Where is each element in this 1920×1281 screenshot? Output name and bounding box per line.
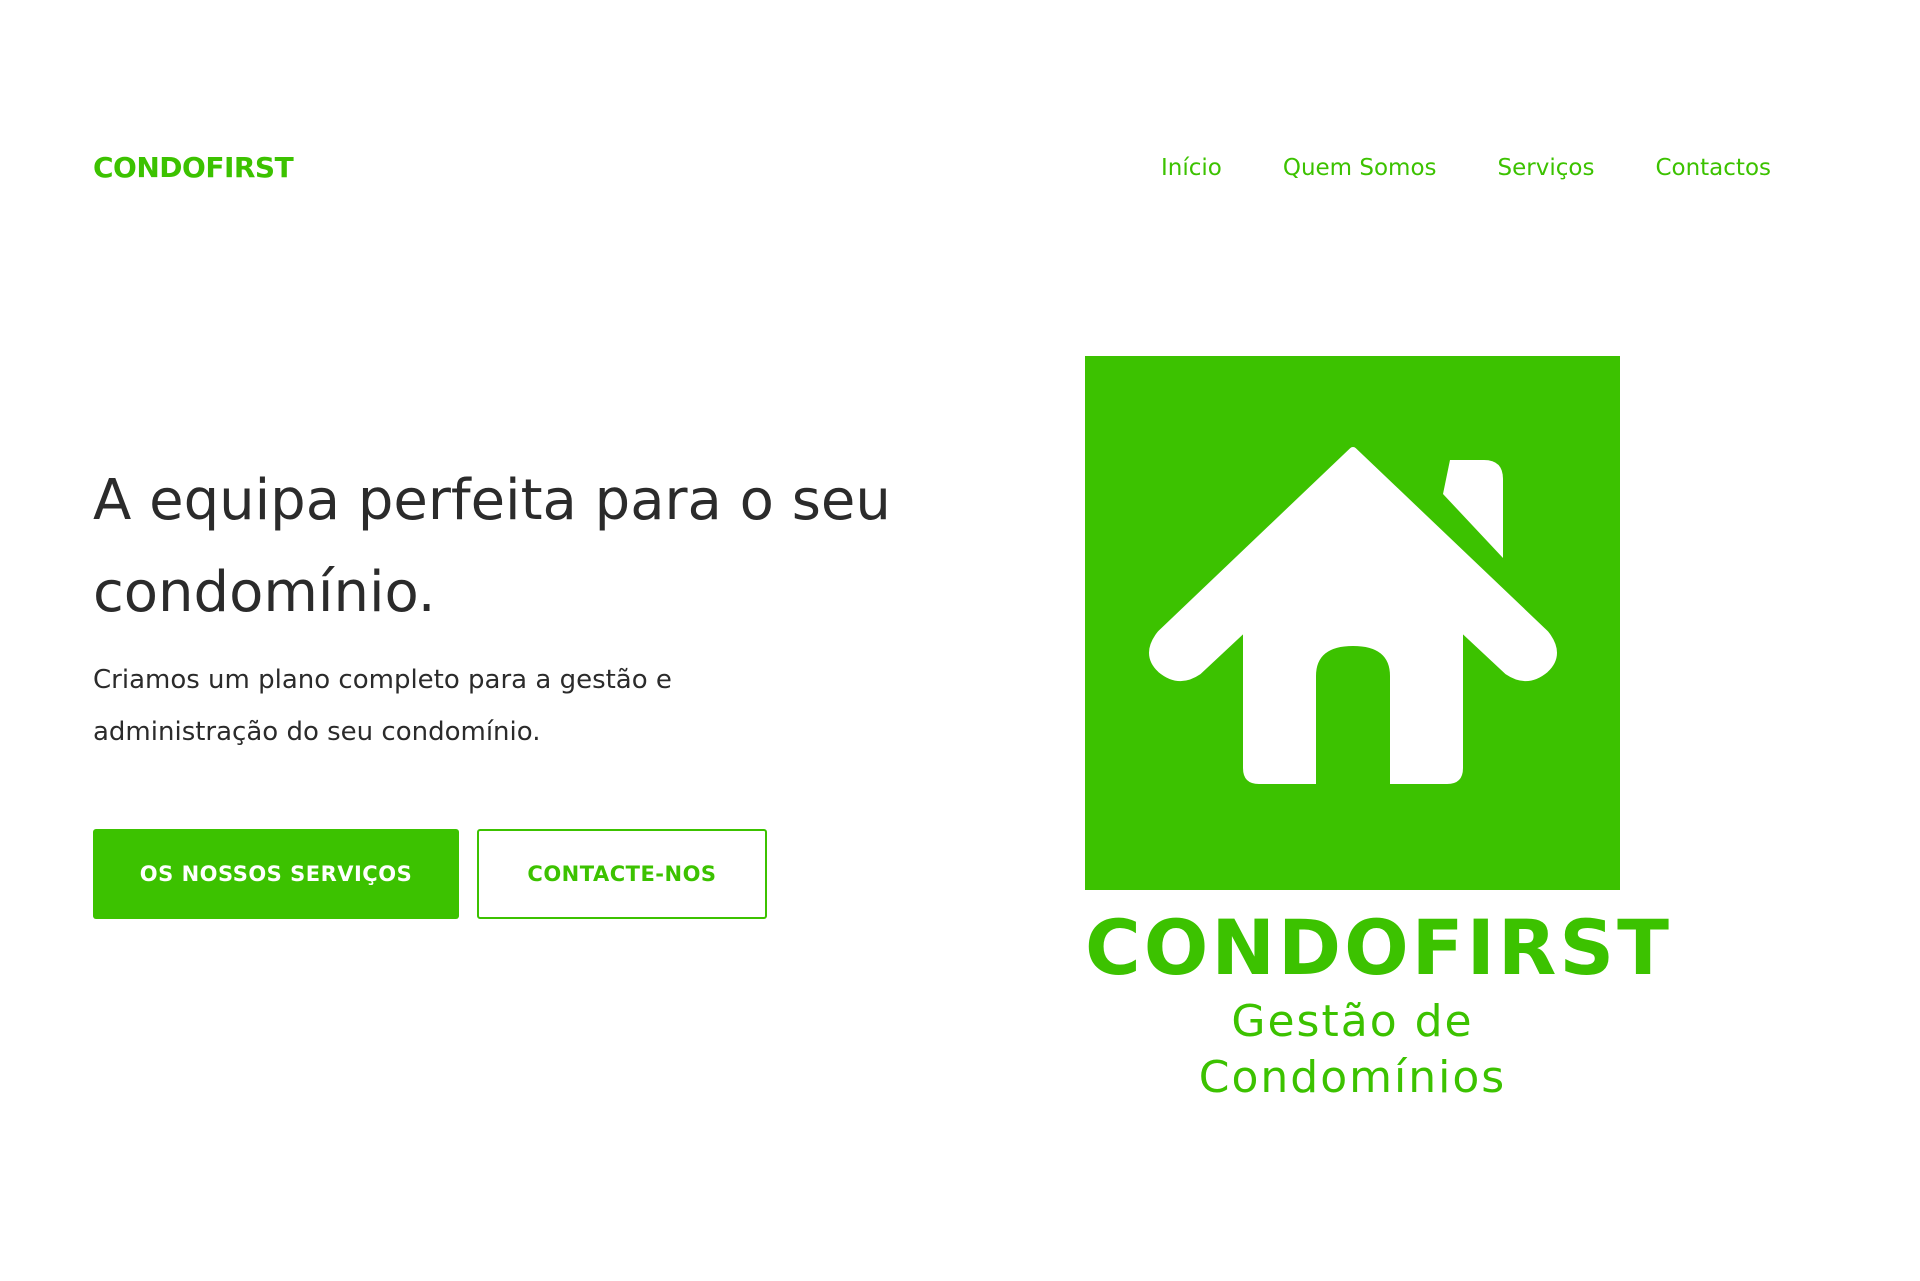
nav-item-contactos[interactable]: Contactos (1655, 152, 1771, 184)
logo-image (1085, 356, 1620, 890)
hero-title: A equipa perfeita para o seu condomínio. (93, 468, 891, 625)
house-icon (1149, 447, 1557, 784)
main-nav: Início Quem Somos Serviços Contactos (1100, 152, 1771, 184)
contact-us-button[interactable]: CONTACTE-NOS (477, 829, 767, 919)
nav-item-quem-somos[interactable]: Quem Somos (1283, 152, 1437, 184)
our-services-button[interactable]: OS NOSSOS SERVIÇOS (93, 829, 459, 919)
brand-logo-link[interactable]: CONDOFIRST (93, 150, 294, 186)
nav-item-inicio[interactable]: Início (1161, 152, 1222, 184)
logo-tagline: Gestão de Condomínios (1198, 996, 1507, 1103)
nav-item-servicos[interactable]: Serviços (1498, 152, 1595, 184)
landing-page: CONDOFIRST Início Quem Somos Serviços Co… (0, 0, 1920, 1281)
hero-subtitle: Criamos um plano completo para a gestão … (93, 665, 672, 747)
logo-name: CONDOFIRST (1085, 903, 1672, 992)
